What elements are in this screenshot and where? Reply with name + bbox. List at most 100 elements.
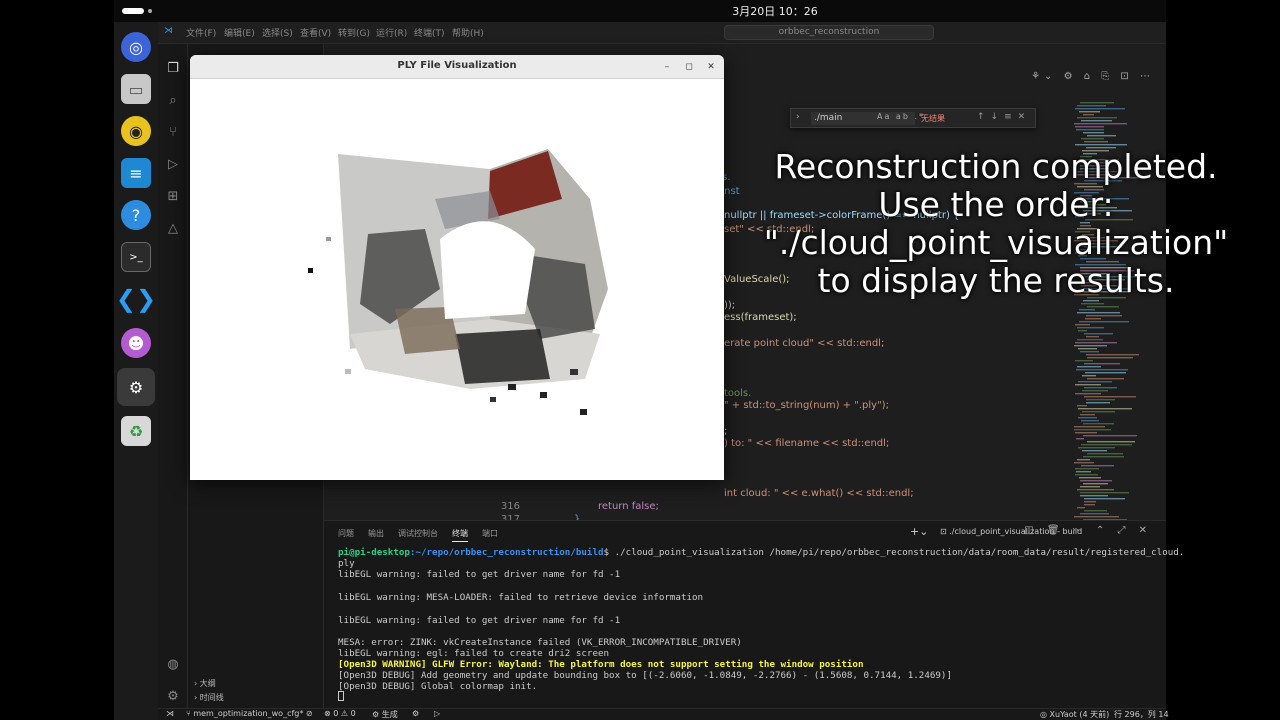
git-blame[interactable]: ◎ XuYaot (4 天前) (1040, 709, 1109, 720)
minimap-line (1077, 327, 1104, 329)
cursor-position[interactable]: 行 296，列 14 (1114, 709, 1169, 720)
minimize-icon[interactable]: – (660, 60, 674, 74)
chromium-icon[interactable]: ◎ (121, 32, 151, 62)
close-icon[interactable]: ✕ (704, 60, 718, 74)
vscode-icon[interactable]: ❮❯ (116, 284, 156, 314)
point-cloud-object (455, 329, 550, 384)
account-icon[interactable]: ◍ (164, 656, 182, 674)
build-button[interactable]: ⚙ 生成 (372, 709, 398, 720)
minimap-line (1077, 339, 1103, 341)
minimap-line (1081, 120, 1112, 122)
code-line: )); (724, 300, 736, 311)
menu-selection[interactable]: 选择(S) (262, 26, 293, 39)
menu-view[interactable]: 查看(V) (300, 26, 331, 39)
files-icon[interactable]: ▭ (121, 74, 151, 104)
cat-app-icon[interactable]: ☻ (121, 328, 151, 358)
minimap-line (1081, 138, 1104, 140)
minimap-line (1075, 384, 1101, 386)
minimap-line (1077, 489, 1114, 491)
tab-problems[interactable]: 问题 (338, 528, 354, 539)
menu-edit[interactable]: 编辑(E) (224, 26, 255, 39)
point-cloud-speck (490, 397, 496, 402)
vscode-logo-icon: ⋊ (164, 26, 173, 36)
dock: ◎ ▭ ◉ ≡ ? >_ ❮❯ ☻ ⚙ ♻ (114, 22, 158, 720)
point-cloud-canvas[interactable] (190, 79, 724, 480)
manage-gear-icon[interactable]: ⚙ (164, 688, 182, 706)
minimap-line (1080, 486, 1100, 488)
run-debug-icon[interactable]: ▷ (164, 156, 182, 174)
minimap-line (1084, 504, 1095, 506)
problems-indicator[interactable]: ⊗ 0 ⚠ 0 (324, 709, 356, 718)
minimap-line (1074, 345, 1107, 347)
source-control-icon[interactable]: ⑂ (164, 124, 182, 142)
maximize-icon[interactable]: ◻ (682, 60, 696, 74)
point-cloud-speck (540, 392, 547, 398)
terminal-line: ply (338, 558, 355, 569)
minimap-line (1083, 300, 1099, 302)
point-cloud-speck (326, 237, 331, 241)
minimap-line (1087, 135, 1116, 137)
minimap-line (1084, 387, 1117, 389)
minimap-line (1086, 315, 1122, 317)
search-icon[interactable]: ⌕ (164, 92, 182, 110)
menu-help[interactable]: 帮助(H) (452, 26, 484, 39)
branch-indicator[interactable]: ⑂ mem_optimization_wo_cfg* ⊘ (186, 709, 313, 718)
minimap-line (1075, 474, 1098, 476)
tab-terminal[interactable]: 终端 (452, 528, 468, 542)
find-options[interactable]: Aa ab .* (877, 112, 925, 121)
explorer-icon[interactable]: ❐ (164, 60, 182, 78)
tab-ports[interactable]: 端口 (482, 528, 498, 539)
cmake-icon[interactable]: △ (164, 220, 182, 238)
minimap-line (1080, 351, 1099, 353)
debug-icon[interactable]: ⚙ (412, 709, 419, 718)
trash-icon[interactable]: ♻ (121, 416, 151, 446)
terminal-line: MESA: error: ZINK: vkCreateInstance fail… (338, 637, 742, 648)
minimap-line (1079, 111, 1100, 113)
rhythmbox-icon[interactable]: ◉ (121, 116, 151, 146)
point-cloud-speck (570, 369, 578, 375)
menu-terminal[interactable]: 终端(T) (414, 26, 445, 39)
command-center[interactable]: orbbec_reconstruction (724, 25, 934, 40)
menu-file[interactable]: 文件(F) (186, 26, 216, 39)
toggle-replace-icon[interactable]: › (796, 112, 800, 122)
menu-goto[interactable]: 转到(G) (338, 26, 370, 39)
timeline-section[interactable]: › 时间线 (194, 692, 224, 703)
ply-window-header[interactable]: PLY File Visualization – ◻ ✕ (190, 55, 724, 79)
tab-debug-console[interactable]: 调试控制台 (398, 528, 438, 539)
minimap-line (1084, 363, 1120, 365)
ply-window[interactable]: PLY File Visualization – ◻ ✕ (190, 55, 724, 480)
minimap-line (1079, 309, 1095, 311)
terminal-icon[interactable]: >_ (121, 242, 151, 272)
caption-line: "./cloud_point_visualization" (763, 223, 1229, 262)
minimap-line (1080, 480, 1112, 482)
outline-section[interactable]: › 大纲 (194, 678, 216, 689)
minimap-line (1082, 450, 1107, 452)
remote-icon[interactable]: ⋊ (166, 709, 174, 718)
minimap-line (1077, 117, 1117, 119)
panel-actions[interactable]: ◫ 🗑 ⋯ ⌃ ⤢ ✕ (1024, 525, 1152, 536)
minimap-line (1083, 423, 1114, 425)
minimap-line (1075, 432, 1097, 434)
new-terminal-plus-icon[interactable]: +⌄ (910, 525, 928, 538)
find-nav-buttons[interactable]: ↑↓≡✕ (977, 112, 1031, 122)
minimap-line (1074, 123, 1127, 125)
extensions-icon[interactable]: ⊞ (164, 188, 182, 206)
terminal-line: libEGL warning: failed to get driver nam… (338, 569, 621, 580)
writer-icon[interactable]: ≡ (121, 158, 151, 188)
minimap-line (1083, 435, 1137, 437)
minimap-line (1075, 360, 1093, 362)
menu-run[interactable]: 运行(R) (376, 26, 407, 39)
run-icon[interactable]: ▷ (434, 709, 440, 718)
minimap-line (1080, 513, 1109, 515)
settings-icon[interactable]: ⚙ (117, 368, 155, 406)
activities-button[interactable] (122, 8, 144, 14)
tab-output[interactable]: 输出 (368, 528, 384, 539)
clock[interactable]: 3月20日 10：26 (720, 3, 830, 19)
find-widget[interactable]: › ./main Aa ab .* 无结果 ↑↓≡✕ (790, 108, 1036, 128)
minimap-line (1083, 456, 1124, 458)
minimap-line (1081, 420, 1099, 422)
code-line: ; (724, 426, 728, 437)
editor-actions[interactable]: ⚘⌄ ⚙ ⌂ ⎘ ⊡ ⋯ (1031, 71, 1154, 82)
help-icon[interactable]: ? (121, 200, 151, 230)
minimap-line (1075, 324, 1090, 326)
